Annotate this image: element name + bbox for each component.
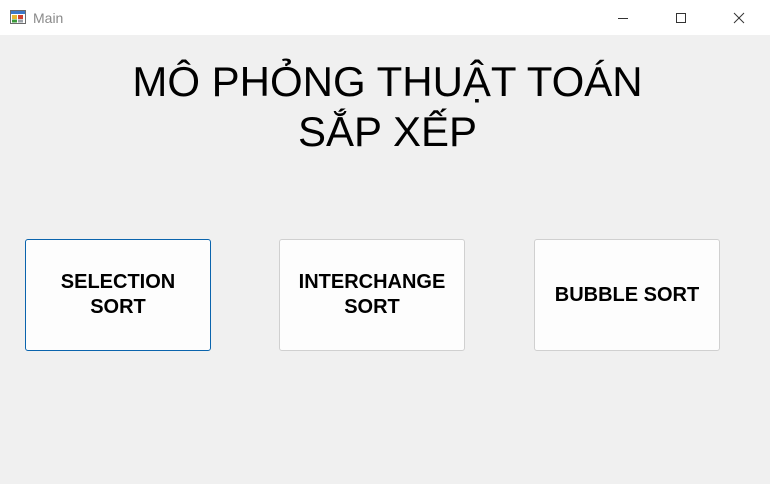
bubble-sort-label: BUBBLE SORT: [554, 283, 700, 306]
title-bar[interactable]: Main: [0, 0, 770, 35]
interchange-sort-label-line1: INTERCHANGE: [298, 271, 446, 293]
interchange-sort-label-line2: SORT: [344, 296, 400, 318]
close-button[interactable]: [710, 0, 768, 35]
window-title: Main: [33, 10, 64, 26]
app-window-icon: [10, 9, 26, 25]
selection-sort-label-line1: SELECTION: [60, 271, 176, 293]
bubble-sort-button[interactable]: BUBBLE SORT: [534, 239, 720, 351]
maximize-button[interactable]: [652, 0, 710, 35]
minimize-icon: [617, 12, 629, 24]
page-title: MÔ PHỎNG THUẬT TOÁN SẮP XẾP: [0, 57, 770, 157]
minimize-button[interactable]: [594, 0, 652, 35]
interchange-sort-button[interactable]: INTERCHANGE SORT: [279, 239, 465, 351]
maximize-icon: [675, 12, 687, 24]
client-area: MÔ PHỎNG THUẬT TOÁN SẮP XẾP SELECTION SO…: [0, 35, 770, 484]
selection-sort-button[interactable]: SELECTION SORT: [25, 239, 211, 351]
close-icon: [733, 12, 745, 24]
selection-sort-label-line2: SORT: [90, 296, 146, 318]
page-title-line2: SẮP XẾP: [298, 108, 477, 155]
main-window: Main MÔ PHỎNG THUẬT TOÁN SẮP XẾP SELECTI…: [0, 0, 770, 484]
page-title-line1: MÔ PHỎNG THUẬT TOÁN: [132, 58, 643, 105]
